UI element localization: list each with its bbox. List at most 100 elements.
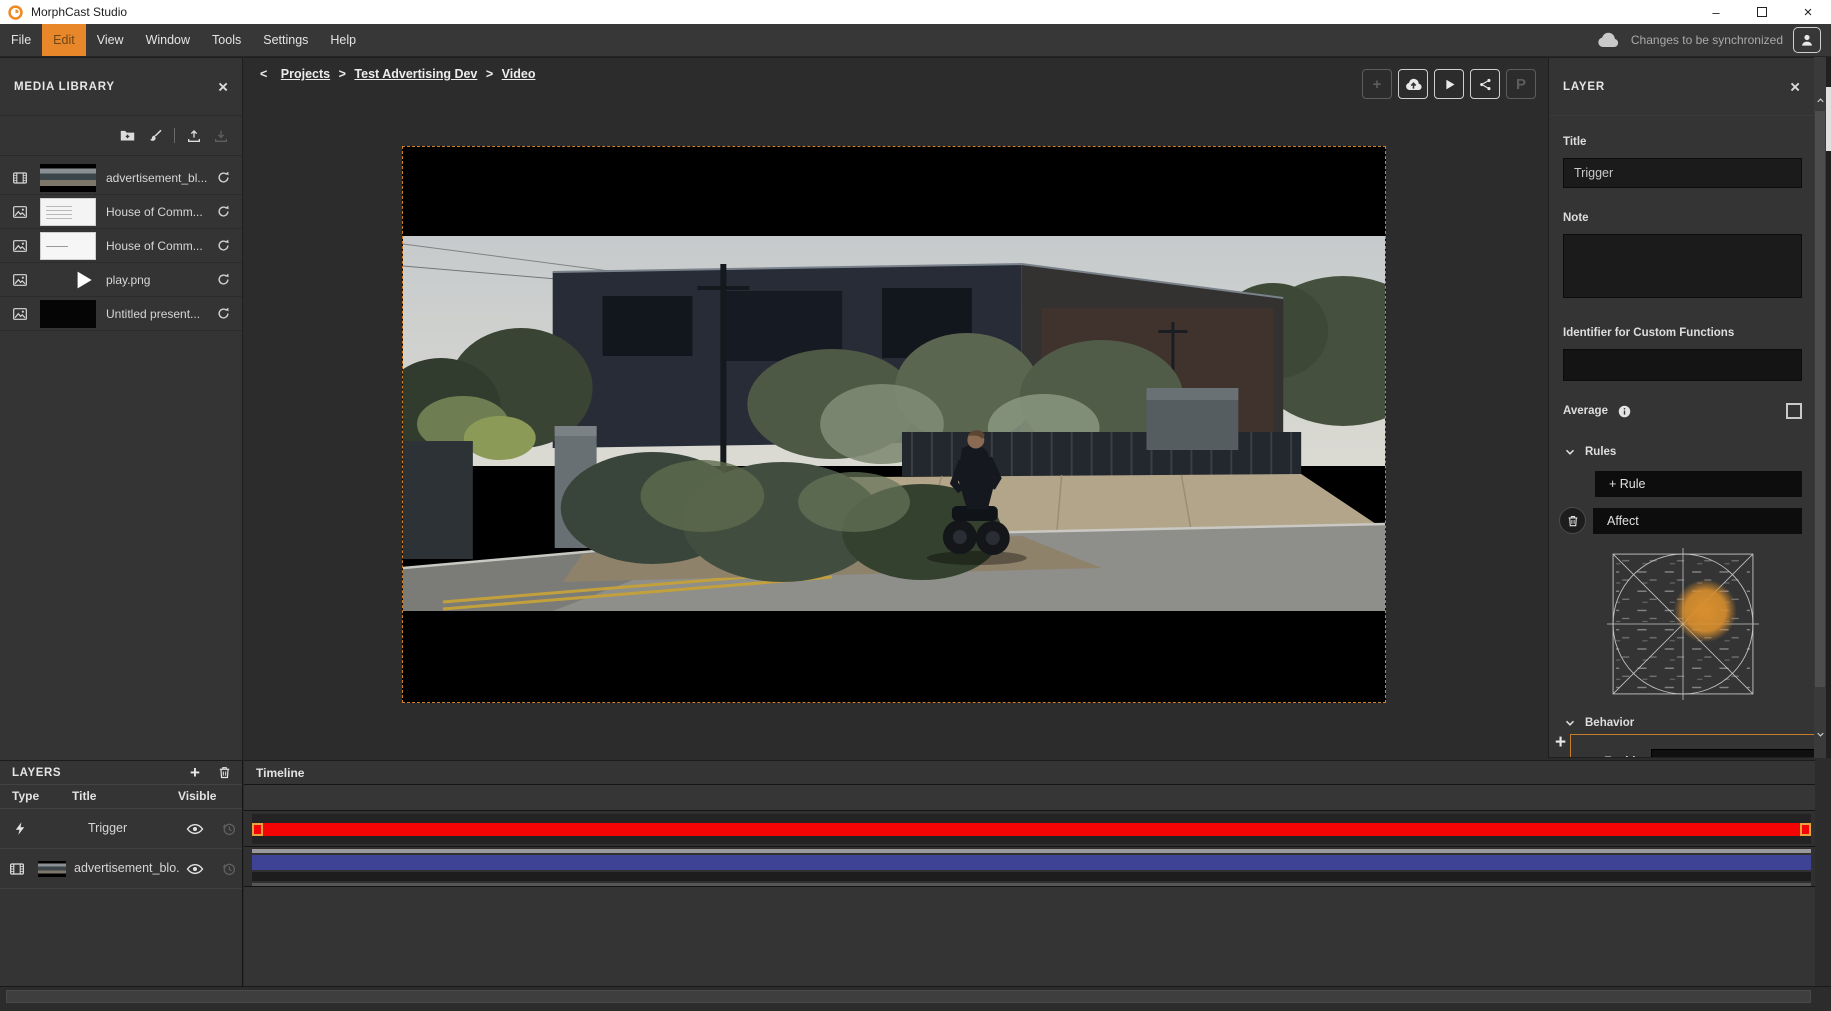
brush-icon[interactable] [147,128,163,144]
play-triangle-icon [70,267,96,293]
media-item-house-2[interactable]: House of Comm... [0,229,242,263]
breadcrumb: < Projects > Test Advertising Dev > Vide… [260,67,535,81]
media-item-house-1[interactable]: House of Comm... [0,195,242,229]
cloud-upload-button[interactable] [1398,69,1428,99]
eye-icon[interactable] [186,860,204,878]
play-icon [1442,77,1457,92]
window-scrollbar [1826,57,1831,758]
average-label: Average [1563,405,1608,417]
breadcrumb-projects[interactable]: Projects [281,67,330,81]
upload-icon[interactable] [186,128,202,144]
preview-button[interactable]: P [1506,69,1536,99]
menu-settings[interactable]: Settings [252,24,319,56]
trigger-bar[interactable] [252,823,1811,836]
media-item-advertisement[interactable]: advertisement_bl... [0,161,242,195]
affect-rule-button[interactable]: Affect [1593,508,1802,534]
film-icon [8,861,26,877]
video-frame [403,236,1385,611]
media-item-untitled[interactable]: Untitled present... [0,297,242,331]
menu-help[interactable]: Help [319,24,367,56]
history-icon[interactable] [221,861,237,877]
horizontal-scrollbar [0,986,1831,1006]
media-toolbar [0,116,242,156]
download-icon[interactable] [213,128,229,144]
refresh-icon[interactable] [216,170,231,185]
media-library-close-icon[interactable]: × [218,78,228,95]
refresh-icon[interactable] [216,272,231,287]
behavior-section-header[interactable]: Behavior [1563,716,1802,730]
app-window: MorphCast Studio – × File Edit View Wind… [0,0,1831,1011]
average-checkbox[interactable] [1786,403,1802,419]
note-field-textarea[interactable] [1563,234,1802,298]
title-bar: MorphCast Studio – × [0,0,1831,24]
layer-panel-close-icon[interactable]: × [1790,78,1800,95]
trash-icon[interactable] [1581,755,1595,757]
trigger-bar-end-handle[interactable] [1800,823,1811,836]
layer-row-title: Trigger [88,821,194,835]
affect-circumplex-diagram[interactable] [1607,548,1759,700]
refresh-icon[interactable] [216,238,231,253]
timeline-title: Timeline [256,766,304,780]
identifier-field-label: Identifier for Custom Functions [1563,327,1802,339]
horizontal-scrollbar-thumb[interactable] [6,990,1811,1003]
note-field-label: Note [1563,212,1802,224]
advertisement-bar[interactable] [252,855,1811,870]
scroll-down-icon[interactable] [1814,729,1826,740]
add-behavior-button[interactable]: + [1555,734,1566,752]
add-layer-button[interactable]: + [186,764,204,782]
breadcrumb-project-name[interactable]: Test Advertising Dev [354,67,477,81]
menu-tools[interactable]: Tools [201,24,252,56]
user-icon [1799,32,1815,48]
menu-view[interactable]: View [86,24,135,56]
timeline-ruler[interactable] [244,785,1815,811]
close-button[interactable]: × [1785,0,1831,24]
share-button[interactable] [1470,69,1500,99]
maximize-button[interactable] [1739,0,1785,24]
delete-layer-icon[interactable] [217,765,232,780]
media-thumbnail [40,300,96,328]
film-icon [12,170,28,186]
rules-section-header[interactable]: Rules [1563,445,1802,459]
menu-edit[interactable]: Edit [42,24,86,56]
media-item-play[interactable]: play.png [0,263,242,297]
delete-rule-button[interactable] [1559,507,1586,534]
breadcrumb-back[interactable]: < [260,67,267,81]
trigger-bar-start-handle[interactable] [252,823,263,836]
add-rule-button[interactable]: + Rule [1595,471,1802,497]
track-strip [252,814,1811,823]
scroll-up-icon[interactable] [1814,95,1826,106]
layer-thumbnail [38,861,66,877]
share-icon [1478,77,1493,92]
media-list: advertisement_bl... House of Comm... Hou… [0,161,242,331]
enable-time-input[interactable] [1651,749,1814,757]
layer-row-trigger[interactable]: Trigger [0,809,242,849]
minimize-button[interactable]: – [1693,0,1739,24]
info-icon[interactable] [1617,404,1632,419]
layer-panel-title: LAYER [1563,81,1605,93]
play-button[interactable] [1434,69,1464,99]
maximize-icon [1757,7,1767,17]
breadcrumb-page[interactable]: Video [502,67,536,81]
column-title: Title [72,789,96,803]
refresh-icon[interactable] [216,204,231,219]
right-gap [1815,758,1831,986]
layers-panel-title: LAYERS [12,767,61,779]
window-scrollbar-thumb[interactable] [1826,87,1831,151]
cloud-upload-icon [1404,75,1423,94]
media-thumbnail [40,164,96,192]
menu-window[interactable]: Window [135,24,201,56]
identifier-field-input[interactable] [1563,349,1802,381]
new-folder-icon[interactable] [119,127,136,144]
eye-icon[interactable] [186,820,204,838]
editor-area: < Projects > Test Advertising Dev > Vide… [244,57,1548,760]
layer-row-advertisement[interactable]: advertisement_blo... [0,849,242,889]
add-button[interactable]: + [1362,69,1392,99]
user-account-button[interactable] [1793,27,1821,53]
video-stage[interactable] [402,146,1386,703]
title-field-input[interactable] [1563,158,1802,188]
column-visible: Visible [178,789,216,803]
refresh-icon[interactable] [216,306,231,321]
menu-file[interactable]: File [0,24,42,56]
panel-scrollbar-thumb[interactable] [1815,111,1825,687]
history-icon[interactable] [221,821,237,837]
